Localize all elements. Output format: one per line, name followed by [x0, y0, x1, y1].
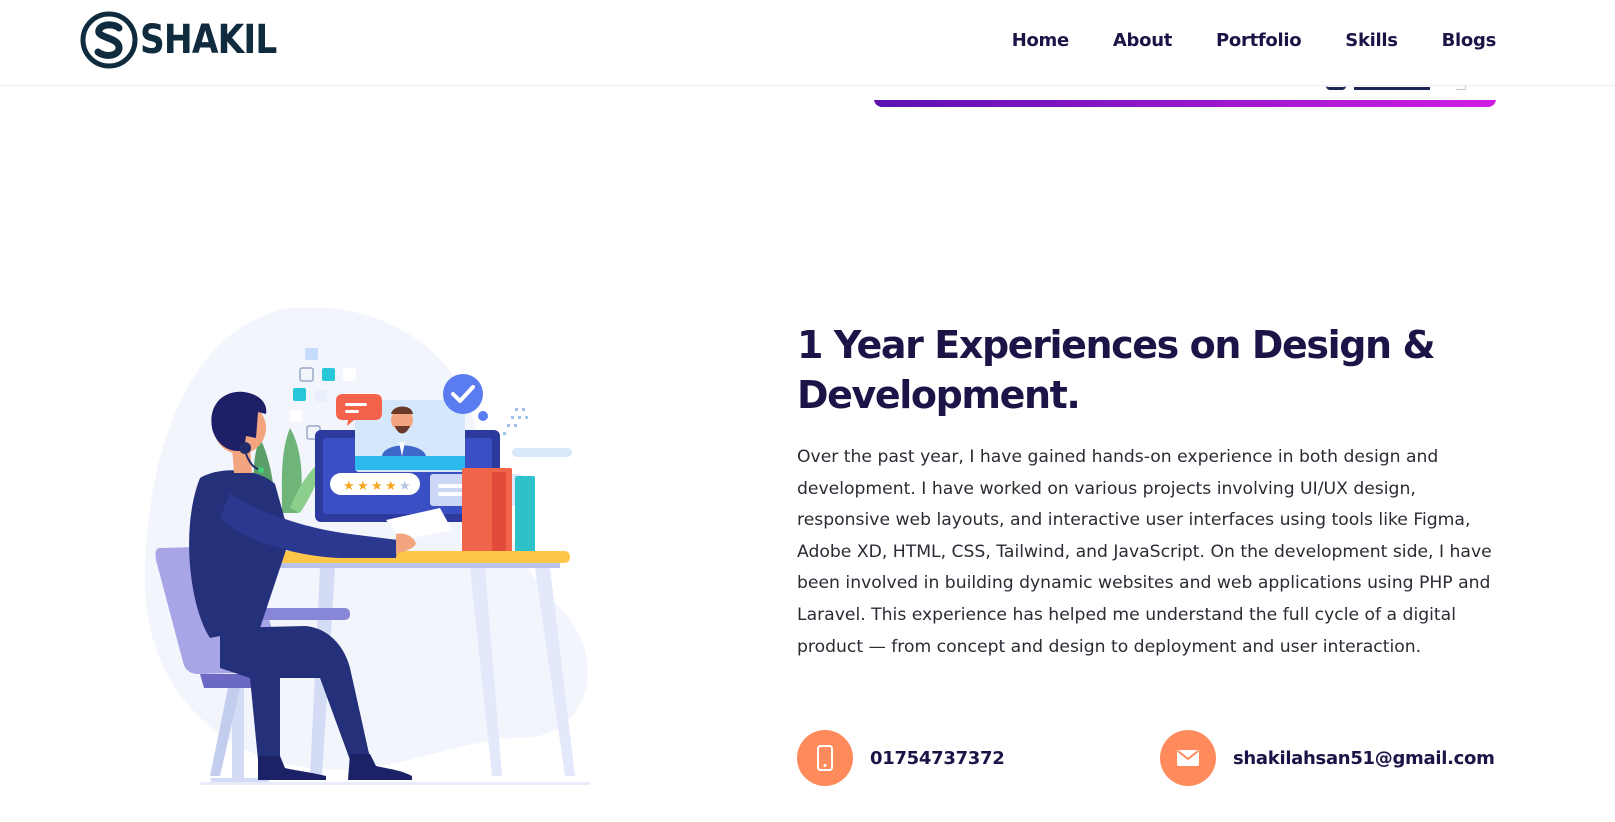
logo-mark-icon — [80, 11, 138, 69]
nav-link-blogs[interactable]: Blogs — [1442, 30, 1497, 51]
phone-contact[interactable]: 01754737372 — [797, 730, 1005, 786]
experience-description: Over the past year, I have gained hands-… — [797, 447, 1492, 657]
envelope-icon — [1160, 730, 1216, 786]
email-contact[interactable]: shakilahsan51@gmail.com — [1160, 730, 1495, 786]
svg-text:★: ★ — [385, 479, 397, 494]
main-nav: Home About Portfolio Skills Blogs — [1012, 30, 1497, 51]
developer-at-desk-illustration: ★ ★ ★ ★ ★ — [144, 308, 590, 785]
nav-link-about[interactable]: About — [1113, 30, 1172, 51]
nav-link-home[interactable]: Home — [1012, 30, 1070, 51]
site-header: SHAKIL Home About Portfolio Skills Blogs — [0, 0, 1615, 86]
phone-number[interactable]: 01754737372 — [870, 748, 1005, 769]
svg-text:★: ★ — [371, 479, 383, 494]
logo-text: SHAKIL — [140, 17, 277, 63]
email-address[interactable]: shakilahsan51@gmail.com — [1233, 748, 1495, 769]
card-gradient-bar — [874, 100, 1496, 107]
nav-link-portfolio[interactable]: Portfolio — [1216, 30, 1302, 51]
svg-text:★: ★ — [343, 479, 355, 494]
card-peek-shape — [1326, 86, 1346, 90]
phone-icon — [797, 730, 853, 786]
experience-section: 1 Year Experiences on Design & Developme… — [797, 320, 1497, 663]
nav-link-skills[interactable]: Skills — [1345, 30, 1398, 51]
site-logo[interactable]: SHAKIL — [80, 10, 299, 70]
svg-text:★: ★ — [357, 479, 369, 494]
experience-title: 1 Year Experiences on Design & Developme… — [797, 323, 1436, 417]
svg-text:★: ★ — [399, 479, 411, 494]
